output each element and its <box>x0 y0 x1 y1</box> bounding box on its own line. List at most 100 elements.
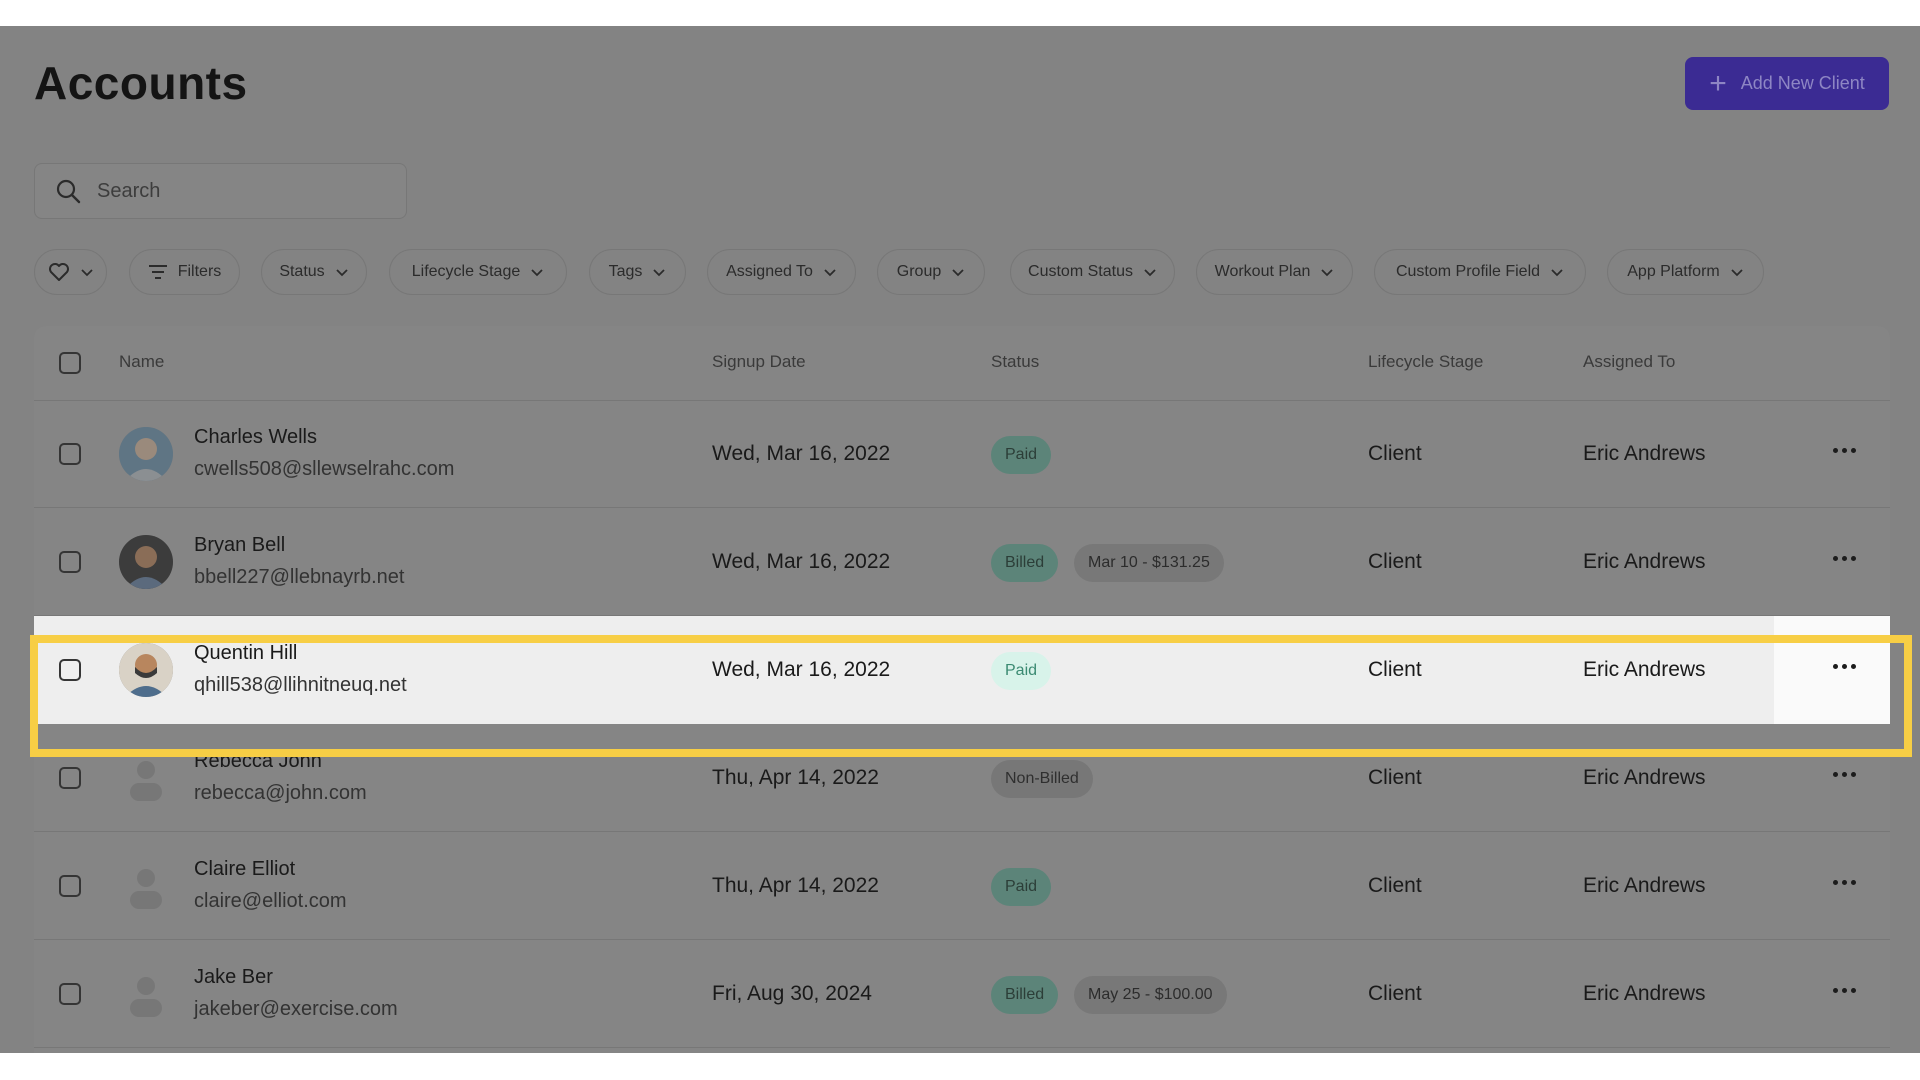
lifecycle-stage-filter-dropdown[interactable]: Lifecycle Stage <box>389 249 567 295</box>
row-checkbox[interactable] <box>59 983 81 1005</box>
avatar <box>119 643 173 697</box>
lifecycle-stage: Client <box>1368 442 1422 465</box>
custom-status-filter-label: Custom Status <box>1028 263 1133 280</box>
signup-date: Thu, Apr 14, 2022 <box>712 766 879 789</box>
custom-profile-field-filter-dropdown[interactable]: Custom Profile Field <box>1374 249 1586 295</box>
filters-label: Filters <box>177 263 222 280</box>
workout-plan-filter-dropdown[interactable]: Workout Plan <box>1196 249 1353 295</box>
custom-profile-field-filter-label: Custom Profile Field <box>1395 263 1541 280</box>
lifecycle-stage: Client <box>1368 766 1422 789</box>
group-filter-label: Group <box>896 263 942 280</box>
page-title: Accounts <box>34 57 248 109</box>
status-column-header[interactable]: Status <box>991 352 1039 372</box>
group-filter-dropdown[interactable]: Group <box>877 249 985 295</box>
status-badge: Billed <box>991 544 1059 582</box>
table-row[interactable]: Claire Elliot claire@elliot.com Thu, Apr… <box>34 832 1890 940</box>
more-options-icon[interactable] <box>1829 440 1859 460</box>
chevron-down-icon <box>80 269 93 277</box>
assigned-to: Eric Andrews <box>1583 442 1706 465</box>
billing-amount-badge: Mar 10 - $131.25 <box>1074 544 1224 582</box>
select-all-checkbox[interactable] <box>59 352 81 374</box>
assigned-to-filter-dropdown[interactable]: Assigned To <box>707 249 856 295</box>
more-options-icon[interactable] <box>1829 548 1859 568</box>
assigned-to: Eric Andrews <box>1583 874 1706 897</box>
row-checkbox[interactable] <box>59 875 81 897</box>
plus-icon: + <box>1709 66 1727 100</box>
client-name[interactable]: Quentin Hill <box>194 642 297 665</box>
app-platform-filter-dropdown[interactable]: App Platform <box>1607 249 1764 295</box>
lifecycle-stage: Client <box>1368 982 1422 1005</box>
signup-date-column-header[interactable]: Signup Date <box>712 352 806 372</box>
search-box[interactable] <box>34 163 407 219</box>
chevron-down-icon <box>824 269 836 277</box>
chevron-down-icon <box>653 269 666 277</box>
client-name[interactable]: Claire Elliot <box>194 858 295 881</box>
filter-lines-icon <box>148 265 167 279</box>
lifecycle-stage-column-header[interactable]: Lifecycle Stage <box>1368 352 1483 372</box>
heart-icon <box>48 263 69 281</box>
client-name[interactable]: Rebecca John <box>194 750 322 773</box>
filter-bar: Filters Status Lifecycle Stage Tags Assi… <box>0 249 1920 295</box>
assigned-to-filter-label: Assigned To <box>726 263 813 280</box>
table-row[interactable]: Rebecca John rebecca@john.com Thu, Apr 1… <box>34 724 1890 832</box>
accounts-page: Accounts + Add New Client Filters Sta <box>0 26 1920 1053</box>
lifecycle-stage: Client <box>1368 874 1422 897</box>
signup-date: Fri, Aug 30, 2024 <box>712 982 872 1005</box>
avatar <box>119 427 173 481</box>
client-email: claire@elliot.com <box>194 890 347 912</box>
status-filter-dropdown[interactable]: Status <box>261 249 367 295</box>
row-checkbox[interactable] <box>59 767 81 789</box>
accounts-table: Name Signup Date Status Lifecycle Stage … <box>34 326 1890 1053</box>
chevron-down-icon <box>1551 269 1563 277</box>
more-options-icon[interactable] <box>1829 656 1859 676</box>
status-badge: Billed <box>991 976 1059 1014</box>
search-input[interactable] <box>95 178 379 204</box>
lifecycle-stage: Client <box>1368 658 1422 681</box>
client-email: rebecca@john.com <box>194 782 367 804</box>
signup-date: Wed, Mar 16, 2022 <box>712 442 891 465</box>
tags-filter-dropdown[interactable]: Tags <box>589 249 686 295</box>
app-platform-filter-label: App Platform <box>1627 263 1720 280</box>
client-email: qhill538@llihnitneuq.net <box>194 674 407 696</box>
avatar-placeholder-icon <box>119 751 173 805</box>
client-email: jakeber@exercise.com <box>194 998 398 1020</box>
signup-date: Wed, Mar 16, 2022 <box>712 550 891 573</box>
client-email: cwells508@sllewselrahc.com <box>194 458 455 480</box>
client-name[interactable]: Bryan Bell <box>194 534 285 557</box>
filters-button[interactable]: Filters <box>129 249 240 295</box>
avatar <box>119 535 173 589</box>
signup-date: Wed, Mar 16, 2022 <box>712 658 891 681</box>
custom-status-filter-dropdown[interactable]: Custom Status <box>1010 249 1175 295</box>
table-row[interactable]: Charles Wells cwells508@sllewselrahc.com… <box>34 400 1890 508</box>
chevron-down-icon <box>531 269 543 277</box>
row-checkbox[interactable] <box>59 659 81 681</box>
name-column-header[interactable]: Name <box>119 352 164 372</box>
table-row-highlighted[interactable]: Quentin Hill qhill538@llihnitneuq.net We… <box>34 616 1890 724</box>
more-options-icon[interactable] <box>1829 764 1859 784</box>
assigned-to: Eric Andrews <box>1583 550 1706 573</box>
client-name[interactable]: Charles Wells <box>194 426 317 449</box>
avatar-placeholder-icon <box>119 859 173 913</box>
status-filter-label: Status <box>279 263 325 280</box>
more-options-icon[interactable] <box>1829 872 1859 892</box>
client-name[interactable]: Jake Ber <box>194 966 273 989</box>
table-row[interactable]: Bryan Bell bbell227@llebnayrb.net Wed, M… <box>34 508 1890 616</box>
status-badge: Non-Billed <box>991 760 1093 798</box>
row-checkbox[interactable] <box>59 551 81 573</box>
table-row[interactable]: Jake Ber jakeber@exercise.com Fri, Aug 3… <box>34 940 1890 1048</box>
more-options-icon[interactable] <box>1829 980 1859 1000</box>
workout-plan-filter-label: Workout Plan <box>1214 263 1311 280</box>
chevron-down-icon <box>1731 269 1743 277</box>
assigned-to: Eric Andrews <box>1583 982 1706 1005</box>
assigned-to: Eric Andrews <box>1583 658 1706 681</box>
favorites-filter-chip[interactable] <box>34 249 107 295</box>
add-new-client-button[interactable]: + Add New Client <box>1685 57 1889 110</box>
lifecycle-stage: Client <box>1368 550 1422 573</box>
top-margin <box>0 0 1920 26</box>
lifecycle-stage-filter-label: Lifecycle Stage <box>411 263 521 280</box>
bottom-margin <box>0 1053 1920 1080</box>
row-checkbox[interactable] <box>59 443 81 465</box>
assigned-to-column-header[interactable]: Assigned To <box>1583 352 1675 372</box>
client-email: bbell227@llebnayrb.net <box>194 566 405 588</box>
avatar-placeholder-icon <box>119 967 173 1021</box>
